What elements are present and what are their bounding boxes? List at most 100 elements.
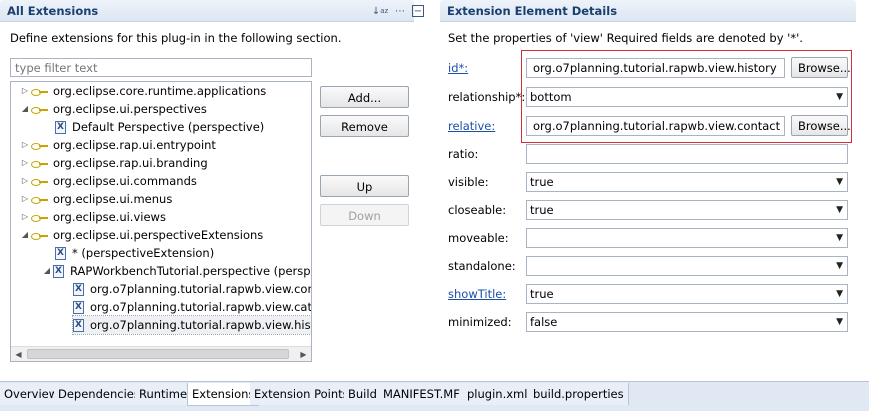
extension-icon [31, 158, 49, 168]
expand-icon[interactable]: ▷ [19, 154, 31, 172]
tree-item-label: Default Perspective (perspective) [72, 120, 265, 134]
editor-tab-bar: Overview Dependencies Runtime Extensions… [0, 381, 869, 411]
minimized-value: false [530, 315, 558, 329]
element-icon: X [53, 264, 64, 278]
tree-horizontal-scrollbar[interactable]: ◀ ▶ [11, 346, 311, 361]
scroll-right-icon[interactable]: ▶ [296, 347, 311, 361]
tree-item[interactable]: Xorg.o7planning.tutorial.rapwb.view.cate… [73, 298, 312, 316]
closeable-select[interactable]: true ▼ [526, 200, 848, 220]
expand-icon[interactable]: ▷ [19, 172, 31, 190]
moveable-select[interactable]: ▼ [526, 228, 848, 248]
relative-label[interactable]: relative: [448, 117, 495, 135]
relative-browse-button[interactable]: Browse... [791, 115, 851, 136]
dropdown-arrow-icon: ▼ [836, 261, 843, 271]
sort-az-icon[interactable]: ↓ az [372, 3, 388, 19]
tree-item[interactable]: ▷ org.eclipse.ui.commands [19, 172, 197, 190]
tree-item[interactable]: ▷ org.eclipse.ui.views [19, 208, 166, 226]
id-input[interactable]: org.o7planning.tutorial.rapwb.view.histo… [526, 58, 785, 78]
closeable-value: true [530, 203, 554, 217]
collapse-icon[interactable]: ◢ [19, 226, 31, 244]
visible-value: true [530, 175, 554, 189]
visible-label: visible: [448, 175, 489, 189]
dropdown-arrow-icon: ▼ [836, 205, 843, 215]
extension-icon [31, 212, 49, 222]
standalone-select[interactable]: ▼ [526, 256, 848, 276]
all-extensions-header: All Extensions [0, 0, 414, 22]
closeable-label: closeable: [448, 203, 507, 217]
expand-icon[interactable]: ▷ [19, 82, 31, 100]
extension-icon [31, 176, 49, 186]
element-details-title: Extension Element Details [447, 4, 618, 18]
showtitle-select[interactable]: true ▼ [526, 284, 848, 304]
tree-item-label: RAPWorkbenchTutorial.perspective (perspe… [70, 264, 312, 278]
tab-build-properties[interactable]: build.properties [529, 383, 629, 405]
extension-icon [31, 140, 49, 150]
collapse-icon[interactable]: ◢ [19, 100, 31, 118]
extensions-tree[interactable]: ▷ org.eclipse.core.runtime.applications ◢… [10, 81, 312, 362]
collapse-icon[interactable]: ◢ [41, 262, 53, 280]
tree-item-label: org.o7planning.tutorial.rapwb.view.conta [90, 282, 312, 296]
relationship-value: bottom [530, 90, 572, 104]
minimized-select[interactable]: false ▼ [526, 312, 848, 332]
tab-plugin-xml[interactable]: plugin.xml [463, 383, 533, 405]
down-button[interactable]: Down [320, 204, 409, 226]
tree-item[interactable]: ◢ org.eclipse.ui.perspectives [19, 100, 207, 118]
tree-item-label: org.eclipse.ui.perspectives [53, 102, 207, 116]
relative-input[interactable]: org.o7planning.tutorial.rapwb.view.conta… [526, 116, 785, 136]
collapse-all-icon[interactable]: − [412, 5, 424, 17]
extension-icon [31, 230, 49, 240]
tree-item-label: org.o7planning.tutorial.rapwb.view.histo… [90, 318, 312, 332]
dropdown-arrow-icon: ▼ [836, 289, 843, 299]
tab-build[interactable]: Build [344, 383, 382, 405]
tree-item[interactable]: ◢ org.eclipse.ui.perspectiveExtensions [19, 226, 263, 244]
tree-item[interactable]: ▷ org.eclipse.core.runtime.applications [19, 82, 266, 100]
tree-item-selected[interactable]: Xorg.o7planning.tutorial.rapwb.view.hist… [72, 315, 312, 335]
tree-item-label: org.eclipse.ui.menus [53, 192, 173, 206]
dropdown-arrow-icon: ▼ [836, 92, 843, 102]
dropdown-arrow-icon: ▼ [836, 233, 843, 243]
element-icon: X [73, 282, 84, 296]
relationship-select[interactable]: bottom ▼ [526, 87, 848, 107]
tree-item[interactable]: ▷ org.eclipse.ui.menus [19, 190, 172, 208]
expand-icon[interactable]: ▷ [19, 208, 31, 226]
tab-runtime[interactable]: Runtime [135, 383, 193, 405]
tree-item[interactable]: X * (perspectiveExtension) [55, 244, 214, 262]
tab-extensions[interactable]: Extensions [187, 383, 260, 406]
element-details-description: Set the properties of 'view' Required fi… [448, 31, 803, 45]
element-icon: X [55, 120, 66, 134]
ratio-label: ratio: [448, 147, 479, 161]
tree-item[interactable]: ▷ org.eclipse.rap.ui.branding [19, 154, 208, 172]
filter-icon[interactable]: ⋯ [392, 3, 408, 19]
tree-item[interactable]: Xorg.o7planning.tutorial.rapwb.view.cont… [73, 280, 312, 298]
tree-item-label: org.eclipse.ui.perspectiveExtensions [53, 228, 264, 242]
scrollbar-thumb[interactable] [27, 349, 289, 359]
add-button[interactable]: Add... [320, 86, 409, 108]
filter-input[interactable] [10, 58, 312, 77]
tree-item[interactable]: ◢ X RAPWorkbenchTutorial.perspective (pers… [41, 262, 312, 280]
id-label[interactable]: id*: [448, 59, 468, 77]
tab-extension-points[interactable]: Extension Points [250, 383, 354, 405]
tab-manifest[interactable]: MANIFEST.MF [379, 383, 465, 405]
expand-icon[interactable]: ▷ [19, 190, 31, 208]
tree-item[interactable]: ▷ org.eclipse.rap.ui.entrypoint [19, 136, 216, 154]
tree-item-label: org.eclipse.rap.ui.entrypoint [53, 138, 216, 152]
minimized-label: minimized: [448, 315, 512, 329]
all-extensions-title: All Extensions [7, 4, 99, 18]
tab-dependencies[interactable]: Dependencies [54, 383, 145, 405]
dropdown-arrow-icon: ▼ [836, 317, 843, 327]
expand-icon[interactable]: ▷ [19, 136, 31, 154]
ratio-input[interactable] [526, 144, 848, 164]
element-details-header: Extension Element Details [440, 0, 856, 22]
up-button[interactable]: Up [320, 175, 409, 197]
tree-item-label: * (perspectiveExtension) [72, 246, 215, 260]
tree-item[interactable]: X Default Perspective (perspective) [55, 118, 264, 136]
moveable-label: moveable: [448, 231, 509, 245]
extension-icon [31, 86, 49, 96]
tree-item-label: org.eclipse.rap.ui.branding [53, 156, 208, 170]
visible-select[interactable]: true ▼ [526, 172, 848, 192]
tree-item-label: org.o7planning.tutorial.rapwb.view.categ [90, 300, 312, 314]
id-browse-button[interactable]: Browse... [791, 57, 851, 78]
remove-button[interactable]: Remove [320, 115, 409, 137]
showtitle-label[interactable]: showTitle: [448, 285, 506, 303]
scroll-left-icon[interactable]: ◀ [11, 347, 26, 361]
